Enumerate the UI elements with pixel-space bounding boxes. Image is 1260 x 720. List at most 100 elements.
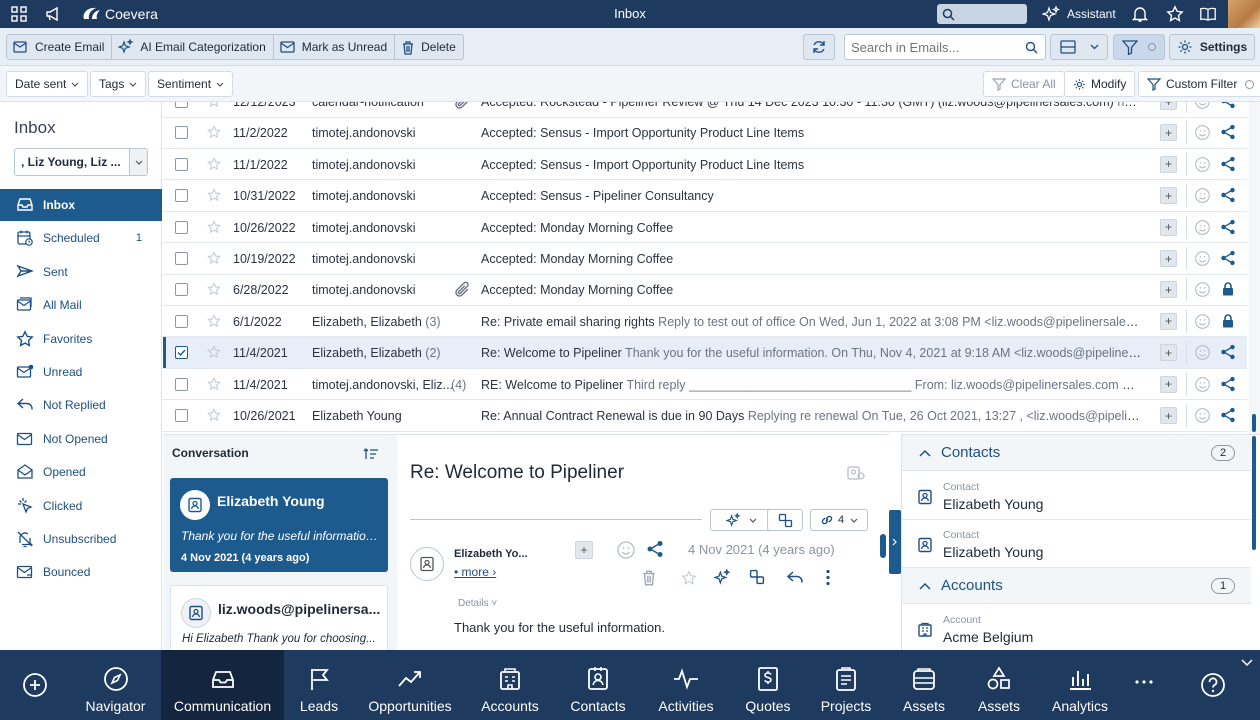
row-checkbox[interactable] [175, 126, 188, 140]
sentiment-icon[interactable] [1194, 156, 1211, 173]
add-tag-button[interactable]: + [1160, 250, 1177, 267]
ai-categorization-button[interactable]: AI Email Categorization [112, 35, 274, 59]
lock-icon[interactable] [1220, 281, 1236, 297]
star-icon[interactable] [207, 156, 221, 171]
sort-icon[interactable] [363, 447, 379, 461]
global-search[interactable] [937, 4, 1027, 24]
sidebar-item-not-opened[interactable]: Not Opened [0, 423, 162, 455]
table-row[interactable]: 11/1/2022 timotej.andonovski Accepted: Sen… [163, 149, 1247, 181]
private-contact-icon[interactable] [847, 465, 865, 481]
refresh-button[interactable] [803, 34, 835, 60]
add-tag-button[interactable]: + [1160, 102, 1177, 110]
email-search[interactable] [844, 34, 1046, 60]
row-checkbox[interactable] [175, 189, 188, 203]
link-record-icon[interactable] [749, 569, 765, 585]
table-row[interactable]: 11/2/2022 timotej.andonovski Accepted: Sen… [163, 117, 1247, 149]
table-row[interactable]: 10/26/2021 Elizabeth Young Re: Annual Cont… [163, 400, 1247, 432]
assistant-label[interactable]: Assistant [1067, 7, 1116, 21]
sentiment-filter[interactable]: Sentiment [148, 71, 234, 97]
star-icon[interactable] [207, 188, 221, 202]
nav-item-opportunities[interactable]: Opportunities [354, 650, 466, 720]
add-tag-button[interactable]: + [1160, 375, 1177, 393]
reply-icon[interactable] [786, 570, 804, 584]
table-row[interactable]: 10/31/2022 timotej.andonovski Accepted: Se… [163, 180, 1247, 212]
nav-item-assets[interactable]: Assets [960, 650, 1038, 720]
add-tag-button[interactable]: + [1160, 155, 1177, 173]
linked-items-button[interactable]: 4 [810, 509, 868, 531]
nav-item-activities[interactable]: Activities [642, 650, 730, 720]
star-icon[interactable] [207, 102, 221, 108]
more-vertical-icon[interactable] [825, 569, 831, 586]
star-icon[interactable] [207, 376, 221, 391]
table-row[interactable]: 10/19/2022 timotej.andonovski Accepted: Mo… [163, 243, 1247, 275]
nav-item-quotes[interactable]: Quotes [730, 650, 806, 720]
reader-scrollbar[interactable] [880, 534, 886, 558]
create-email-button[interactable]: Create Email [7, 35, 113, 59]
add-tag-button[interactable]: + [1160, 407, 1177, 424]
star-icon[interactable] [207, 282, 221, 296]
mark-unread-button[interactable]: Mark as Unread [274, 35, 396, 59]
details-toggle[interactable]: Details ˅ [458, 598, 497, 609]
sentiment-icon[interactable] [1194, 102, 1211, 110]
star-icon[interactable] [207, 251, 221, 265]
account-item[interactable]: Account Acme Belgium [902, 605, 1251, 653]
sidebar-item-unread[interactable]: Unread [0, 356, 162, 388]
table-row[interactable]: 12/12/2023 calendar-notification Accepted:… [163, 102, 1247, 118]
table-row[interactable]: 10/26/2022 timotej.andonovski Accepted: Mo… [163, 212, 1247, 244]
trash-icon[interactable] [641, 569, 657, 586]
tags-filter[interactable]: Tags [90, 71, 147, 97]
table-row[interactable]: 6/28/2022 timotej.andonovski Accepted: Mon… [163, 274, 1247, 306]
sidebar-item-inbox[interactable]: Inbox [0, 189, 162, 221]
nav-item-projects[interactable]: Projects [806, 650, 886, 720]
date-sent-filter[interactable]: Date sent [6, 71, 89, 97]
sentiment-icon[interactable] [1194, 187, 1211, 204]
row-checkbox[interactable] [175, 377, 188, 391]
conversation-card[interactable]: Elizabeth Young Thank you for the useful… [170, 478, 388, 572]
share-icon[interactable] [1220, 219, 1236, 235]
nav-item-more[interactable] [1122, 650, 1166, 720]
star-icon[interactable] [207, 408, 221, 422]
sidebar-item-unsubscribed[interactable]: Unsubscribed [0, 523, 162, 555]
share-icon[interactable] [646, 540, 664, 558]
book-icon[interactable] [1199, 5, 1217, 23]
avatar[interactable] [1228, 0, 1260, 28]
sidebar-item-not-replied[interactable]: Not Replied [0, 389, 162, 421]
row-checkbox[interactable] [175, 314, 188, 328]
contacts-section-header[interactable]: Contacts 2 [902, 435, 1251, 471]
nav-item-leads[interactable]: Leads [284, 650, 354, 720]
sidebar-item-bounced[interactable]: Bounced [0, 556, 162, 588]
nav-item-assets[interactable]: Assets [884, 650, 964, 720]
sidebar-item-favorites[interactable]: Favorites [0, 323, 162, 355]
more-recipients-link[interactable]: • more › [454, 565, 496, 579]
nav-item-accounts[interactable]: Accounts [466, 650, 554, 720]
sidebar-item-scheduled[interactable]: Scheduled 1 [0, 222, 162, 254]
accounts-section-header[interactable]: Accounts 1 [902, 568, 1251, 604]
settings-button[interactable]: Settings [1169, 34, 1255, 60]
row-checkbox[interactable] [175, 252, 188, 265]
share-icon[interactable] [1220, 376, 1236, 392]
modify-button[interactable]: Modify [1064, 71, 1136, 97]
share-icon[interactable] [1220, 407, 1236, 423]
sentiment-icon[interactable] [1194, 344, 1211, 361]
row-checkbox[interactable] [175, 102, 188, 108]
lock-icon[interactable] [1220, 313, 1236, 329]
add-tag-button[interactable]: + [1160, 312, 1177, 330]
sentiment-icon[interactable] [616, 540, 636, 560]
layout-toggle-button[interactable] [1050, 34, 1108, 60]
contact-item[interactable]: Contact Elizabeth Young [902, 472, 1251, 520]
delete-button[interactable]: Delete [395, 35, 463, 59]
sparkle-icon[interactable] [714, 569, 731, 586]
sidebar-item-sent[interactable]: Sent [0, 256, 162, 288]
add-tag-button[interactable]: + [1160, 281, 1177, 299]
sentiment-icon[interactable] [1194, 124, 1211, 141]
share-icon[interactable] [1220, 156, 1236, 172]
link-record-button[interactable] [767, 509, 803, 531]
star-icon[interactable] [1166, 5, 1184, 23]
share-icon[interactable] [1220, 187, 1236, 203]
custom-filter-button[interactable]: Custom Filter [1138, 71, 1260, 97]
add-tag-button[interactable]: + [1160, 124, 1177, 142]
star-icon[interactable] [207, 345, 221, 359]
search-icon[interactable] [1025, 41, 1038, 54]
search-input[interactable] [845, 35, 1015, 59]
nav-item-contacts[interactable]: Contacts [554, 650, 642, 720]
